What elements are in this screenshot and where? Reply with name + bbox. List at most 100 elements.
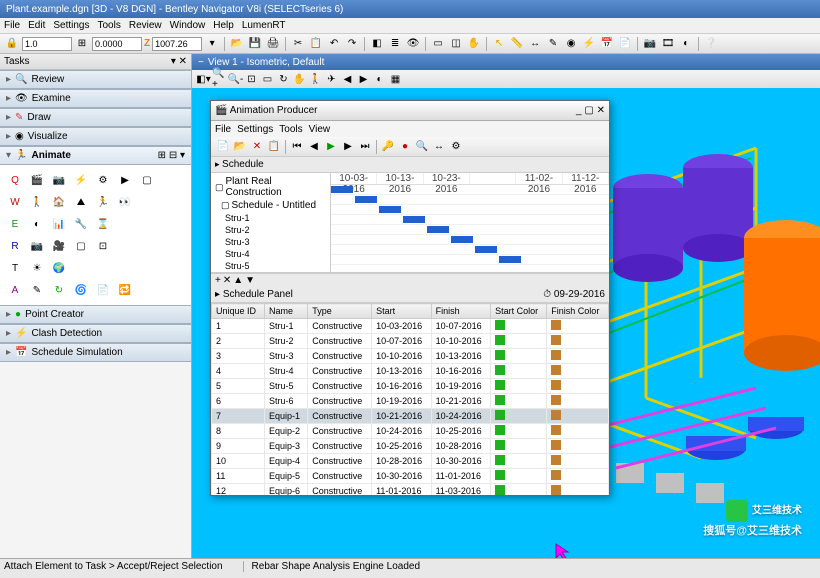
zoom-tl-icon[interactable]: 🔍 [414,139,430,155]
new-icon[interactable]: 📄 [215,139,231,155]
play-icon[interactable]: ▶ [323,139,339,155]
clash-icon[interactable]: ⚡ [581,36,597,52]
anim-menu-view[interactable]: View [309,124,331,135]
close-tasks-icon[interactable]: ▾ ✕ [171,56,187,67]
tree-subtitle[interactable]: ▢ Schedule - Untitled [213,199,328,212]
panel-point-creator[interactable]: ▸●Point Creator [0,305,191,324]
open-anim-icon[interactable]: 📂 [232,139,248,155]
tree-item[interactable]: Stru-2 [213,224,328,236]
delete-icon[interactable]: ✕ [249,139,265,155]
key-icon[interactable]: 🔑 [380,139,396,155]
table-row[interactable]: 3Stru-3Constructive10-10-201610-13-2016 [212,349,609,364]
undo-icon[interactable]: ↶ [326,36,342,52]
up-icon[interactable]: ▲ [233,275,243,286]
animation-producer-window[interactable]: 🎬 Animation Producer _ ▢ ✕ FileSettingsT… [210,100,610,496]
view-prev-icon[interactable]: ◀ [340,72,355,87]
min-icon[interactable]: _ [576,105,582,116]
col-header[interactable]: Unique ID [212,304,265,319]
col-header[interactable]: Finish [431,304,491,319]
clip-icon[interactable]: ◐ [678,36,694,52]
prev-icon[interactable]: ◀ [306,139,322,155]
menu-file[interactable]: File [4,20,20,31]
props-icon[interactable]: 📋 [266,139,282,155]
arrow-icon[interactable]: ↖ [491,36,507,52]
display-icon[interactable]: ▦ [388,72,403,87]
anim-titlebar[interactable]: 🎬 Animation Producer _ ▢ ✕ [211,101,609,121]
menu-tools[interactable]: Tools [98,20,121,31]
lock-icon[interactable]: 🔒 [4,36,20,52]
table-row[interactable]: 7Equip-1Constructive10-21-201610-24-2016 [212,409,609,424]
dist-icon[interactable]: ↔ [527,36,543,52]
col-header[interactable]: Finish Color [547,304,609,319]
tree-item[interactable]: Stru-5 [213,260,328,272]
report-icon[interactable]: 📄 [617,36,633,52]
panel-review[interactable]: ▸🔍Review [0,70,191,89]
dropdown-icon[interactable]: ▾ [204,36,220,52]
film-icon[interactable]: 🎞 [660,36,676,52]
clip-vol-icon[interactable]: ◐ [372,72,387,87]
view-next-icon[interactable]: ▶ [356,72,371,87]
rotate-icon[interactable]: ↻ [276,72,291,87]
zoom-out-icon[interactable]: 🔍- [228,72,243,87]
walk-icon[interactable]: 🚶 [308,72,323,87]
panel-clash[interactable]: ▸⚡Clash Detection [0,324,191,343]
fence-icon[interactable]: ◫ [448,36,464,52]
panel-visualize[interactable]: ▸◉Visualize [0,127,191,146]
help-icon[interactable]: ❔ [703,36,719,52]
cfg-icon[interactable]: ⚙ [448,139,464,155]
sched-icon[interactable]: 📅 [599,36,615,52]
zoom-in-icon[interactable]: 🔍+ [212,72,227,87]
print-icon[interactable]: 🖨 [265,36,281,52]
redo-icon[interactable]: ↷ [344,36,360,52]
max-icon[interactable]: ▢ [584,105,593,116]
save-icon[interactable]: 💾 [247,36,263,52]
layers-icon[interactable]: ≣ [387,36,403,52]
anim-menu-tools[interactable]: Tools [279,124,302,135]
table-row[interactable]: 8Equip-2Constructive10-24-201610-25-2016 [212,424,609,439]
field-2[interactable] [92,37,142,51]
table-row[interactable]: 12Equip-6Constructive11-01-201611-03-201… [212,484,609,496]
table-row[interactable]: 9Equip-3Constructive10-25-201610-28-2016 [212,439,609,454]
table-row[interactable]: 4Stru-4Constructive10-13-201610-16-2016 [212,364,609,379]
copy-icon[interactable]: 📋 [308,36,324,52]
pan-icon[interactable]: ✋ [292,72,307,87]
hand-icon[interactable]: ✋ [466,36,482,52]
menu-lumenrt[interactable]: LumenRT [242,20,286,31]
down-icon[interactable]: ▼ [245,275,255,286]
fit-icon[interactable]: ⊡ [244,72,259,87]
anim-menu-settings[interactable]: Settings [237,124,273,135]
rec-icon[interactable]: ● [397,139,413,155]
schedule-table[interactable]: Unique IDNameTypeStartFinishStart ColorF… [211,303,609,495]
tree-root[interactable]: ▢ Plant Real Construction [213,175,328,199]
table-row[interactable]: 5Stru-5Constructive10-16-201610-19-2016 [212,379,609,394]
window-area-icon[interactable]: ▭ [260,72,275,87]
next-icon[interactable]: ▶ [340,139,356,155]
cube-icon[interactable]: ◧ [369,36,385,52]
menu-edit[interactable]: Edit [28,20,45,31]
panel-draw[interactable]: ▸✎Draw [0,108,191,127]
panel-animate[interactable]: ▾🏃Animate⊞ ⊟ ▾ [0,146,191,165]
col-header[interactable]: Start Color [491,304,547,319]
cut-icon[interactable]: ✂ [290,36,306,52]
last-icon[interactable]: ⏭ [357,139,373,155]
markup-icon[interactable]: ✎ [545,36,561,52]
menu-help[interactable]: Help [213,20,234,31]
add-row-icon[interactable]: + [215,275,221,286]
measure-icon[interactable]: 📏 [509,36,525,52]
open-icon[interactable]: 📂 [229,36,245,52]
panel-examine[interactable]: ▸👁Examine [0,89,191,108]
stamp-icon[interactable]: ◉ [563,36,579,52]
col-header[interactable]: Type [308,304,372,319]
tree-item[interactable]: Stru-4 [213,248,328,260]
table-row[interactable]: 11Equip-5Constructive10-30-201611-01-201… [212,469,609,484]
camera-icon[interactable]: 📷 [642,36,658,52]
table-row[interactable]: 10Equip-4Constructive10-28-201610-30-201… [212,454,609,469]
field-1[interactable] [22,37,72,51]
panel-schedule-sim[interactable]: ▸📅Schedule Simulation [0,343,191,362]
view-style-icon[interactable]: ◧▾ [196,72,211,87]
tree-item[interactable]: Stru-3 [213,236,328,248]
menu-settings[interactable]: Settings [53,20,89,31]
del-row-icon[interactable]: ✕ [223,275,231,286]
fit-tl-icon[interactable]: ↔ [431,139,447,155]
close-icon[interactable]: ✕ [597,105,605,116]
